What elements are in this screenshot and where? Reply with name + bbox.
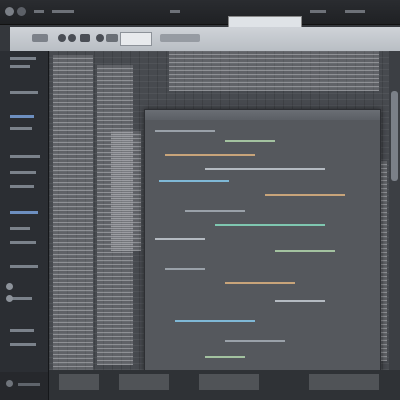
editor-row [155,130,215,132]
editor-row [225,282,295,284]
sidebar-item[interactable] [10,91,38,94]
editor-row [265,194,345,196]
editor-row [185,210,245,212]
menu-item[interactable] [34,10,44,13]
settings-icon[interactable] [6,380,13,387]
track-lane[interactable] [169,51,379,91]
loop-icon[interactable] [106,34,118,42]
sidebar-item[interactable] [10,211,38,214]
editor-row [225,140,275,142]
app-icon [5,7,14,16]
arrangement-area[interactable] [49,51,400,400]
vertical-scrollbar[interactable] [389,51,400,400]
editor-row [165,268,205,270]
sidebar-item[interactable] [10,171,36,174]
play-icon[interactable] [80,34,90,42]
window-title [170,10,180,13]
position-field[interactable] [120,32,152,46]
editor-row [205,168,325,170]
track-lane[interactable] [53,55,93,395]
menu-item[interactable] [310,10,326,13]
status-cell [309,374,379,390]
track-lane[interactable] [111,131,141,251]
scrollbar-thumb[interactable] [391,91,398,181]
editor-row [215,224,325,226]
editor-row [275,300,325,302]
sidebar-item[interactable] [10,155,40,158]
panel-header [145,110,380,120]
editor-row [165,154,255,156]
editor-row [175,320,255,322]
sidebar-item[interactable] [10,329,34,332]
back-icon[interactable] [58,34,66,42]
sidebar-item[interactable] [10,127,32,130]
folder-icon[interactable] [6,295,13,302]
sidebar-item[interactable] [10,343,36,346]
app-window [0,0,400,400]
menu-item[interactable] [52,10,74,13]
sidebar-footer [0,372,48,400]
status-cell [199,374,259,390]
sidebar-item[interactable] [10,227,30,230]
menu-icon[interactable] [17,7,26,16]
tempo-field[interactable] [160,34,200,42]
forward-icon[interactable] [68,34,76,42]
sidebar-item[interactable] [10,57,36,60]
editor-row [155,238,205,240]
sidebar-item[interactable] [18,383,40,386]
sidebar-item[interactable] [10,265,38,268]
sidebar-item[interactable] [10,65,30,68]
editor-row [225,340,285,342]
sidebar-item[interactable] [10,297,32,300]
editor-panel[interactable] [144,109,381,373]
sidebar-item[interactable] [10,241,36,244]
status-cell [119,374,169,390]
sidebar [0,51,49,400]
editor-row [275,250,335,252]
status-cell [59,374,99,390]
editor-row [205,356,245,358]
status-bar [49,370,400,400]
toolbar [10,27,400,52]
sidebar-item[interactable] [10,115,34,118]
folder-icon[interactable] [6,283,13,290]
editor-row [159,180,229,182]
sidebar-item[interactable] [10,185,34,188]
title-bar [0,0,400,29]
toolbar-label [32,34,48,42]
record-icon[interactable] [96,34,104,42]
menu-item[interactable] [345,10,365,13]
